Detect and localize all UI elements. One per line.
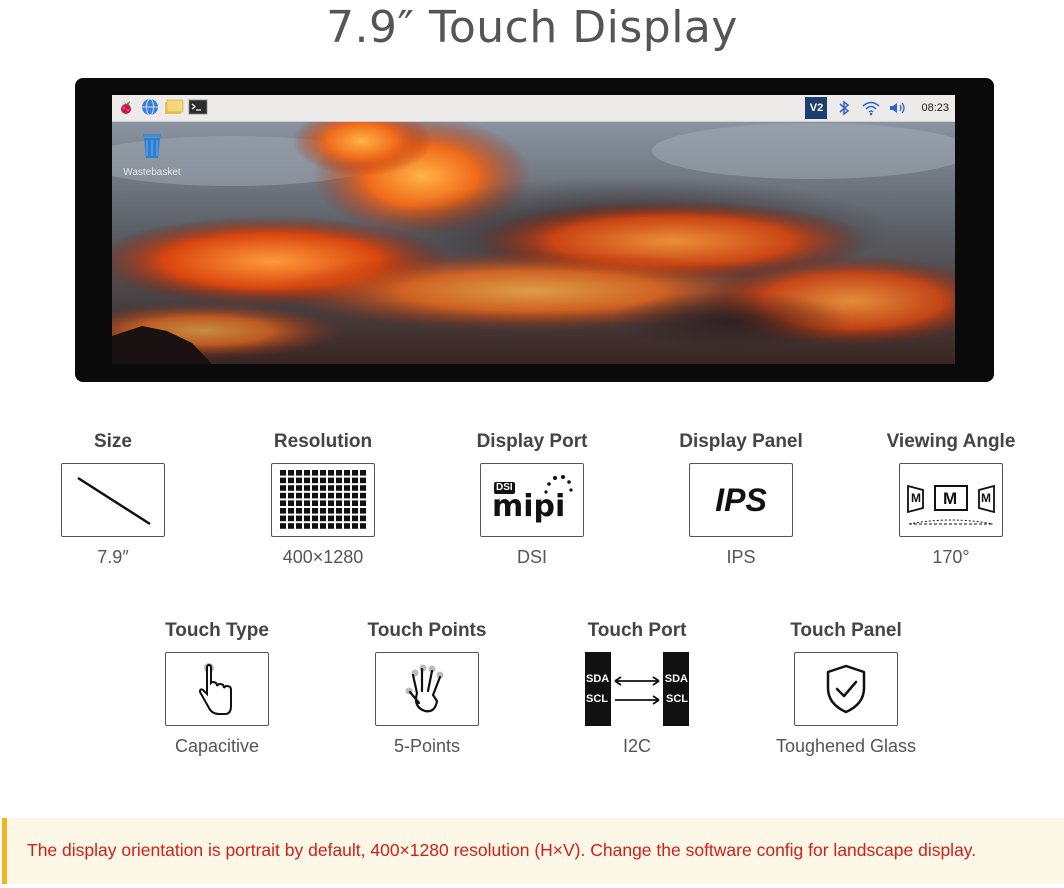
spec-value: Toughened Glass	[775, 736, 917, 756]
spec-heading: Display Panel	[679, 431, 803, 452]
volume-icon[interactable]	[888, 98, 908, 118]
spec-heading: Touch Port	[587, 620, 687, 641]
spec-value: DSI	[516, 547, 547, 567]
viewing-angle-letter-right: M	[981, 491, 991, 505]
wastebasket-label: Wastebasket	[123, 167, 181, 178]
web-browser-icon[interactable]	[140, 97, 160, 117]
raspberry-menu-icon[interactable]	[116, 97, 136, 117]
terminal-icon[interactable]	[188, 97, 208, 117]
spec-value: 400×1280	[282, 547, 364, 567]
bluetooth-icon[interactable]	[834, 98, 854, 118]
spec-value: 170°	[932, 547, 970, 567]
viewing-angle-letter-left: M	[911, 491, 921, 505]
orientation-note: The display orientation is portrait by d…	[2, 818, 1064, 884]
spec-touch-port: Touch Port SDA SCL SDA SCL I2C	[547, 619, 727, 757]
spec-touch-type: Touch Type Capacitive	[127, 619, 307, 757]
spec-heading: Resolution	[273, 431, 373, 452]
wastebasket-icon	[143, 134, 161, 158]
spec-touch-panel: Touch Panel Toughened Glass	[756, 619, 936, 757]
pin-sda-right: SDA	[664, 673, 688, 685]
spec-heading: Display Port	[476, 431, 588, 452]
spec-display-panel: Display Panel IPS IPS	[651, 430, 831, 568]
desktop-wastebasket[interactable]: Wastebasket	[120, 130, 184, 178]
spec-heading: Touch Points	[367, 620, 487, 641]
pixel-grid-icon	[271, 463, 375, 537]
spec-heading: Viewing Angle	[886, 431, 1016, 452]
pin-scl-right: SCL	[666, 693, 688, 705]
spec-size: Size 7.9″	[23, 430, 203, 568]
page-title: 7.9″ Touch Display	[326, 2, 738, 53]
viewing-angle-icon: M M M	[899, 463, 1003, 537]
spec-value: Capacitive	[174, 736, 260, 756]
spec-display-port: Display Port DSI mipi DSI	[442, 430, 622, 568]
display-screen: V2 08:23 Wastebasket	[112, 95, 955, 364]
spec-heading: Touch Panel	[790, 620, 902, 641]
shield-check-icon	[794, 652, 898, 726]
spec-heading: Size	[93, 431, 133, 452]
spec-resolution: Resolution 400×1280	[233, 430, 413, 568]
vnc-icon[interactable]: V2	[805, 97, 828, 119]
spec-touch-points: Touch Points 5-Points	[337, 619, 517, 757]
wifi-icon[interactable]	[861, 98, 881, 118]
pin-sda-left: SDA	[586, 673, 610, 685]
ips-logo-text: IPS	[715, 481, 767, 518]
ips-text-icon: IPS	[689, 463, 793, 537]
spec-value: 5-Points	[393, 736, 461, 756]
orientation-note-text: The display orientation is portrait by d…	[27, 840, 977, 860]
mipi-dsi-logo: DSI mipi	[480, 463, 584, 537]
spec-value: 7.9″	[97, 547, 129, 567]
diagonal-line-icon	[61, 463, 165, 537]
i2c-sda-scl-icon: SDA SCL SDA SCL	[585, 652, 689, 726]
taskbar: V2 08:23	[112, 95, 955, 122]
spec-viewing-angle: Viewing Angle M M M 170°	[861, 430, 1041, 568]
finger-touch-icon	[165, 652, 269, 726]
file-manager-icon[interactable]	[164, 97, 184, 117]
spec-value: IPS	[726, 547, 756, 567]
pin-scl-left: SCL	[586, 693, 608, 705]
hand-five-points-icon	[375, 652, 479, 726]
taskbar-clock: 08:23	[921, 102, 949, 114]
spec-value: I2C	[622, 736, 651, 756]
sunset-wallpaper	[112, 121, 955, 364]
spec-heading: Touch Type	[165, 620, 269, 641]
viewing-angle-letter-center: M	[943, 489, 958, 508]
